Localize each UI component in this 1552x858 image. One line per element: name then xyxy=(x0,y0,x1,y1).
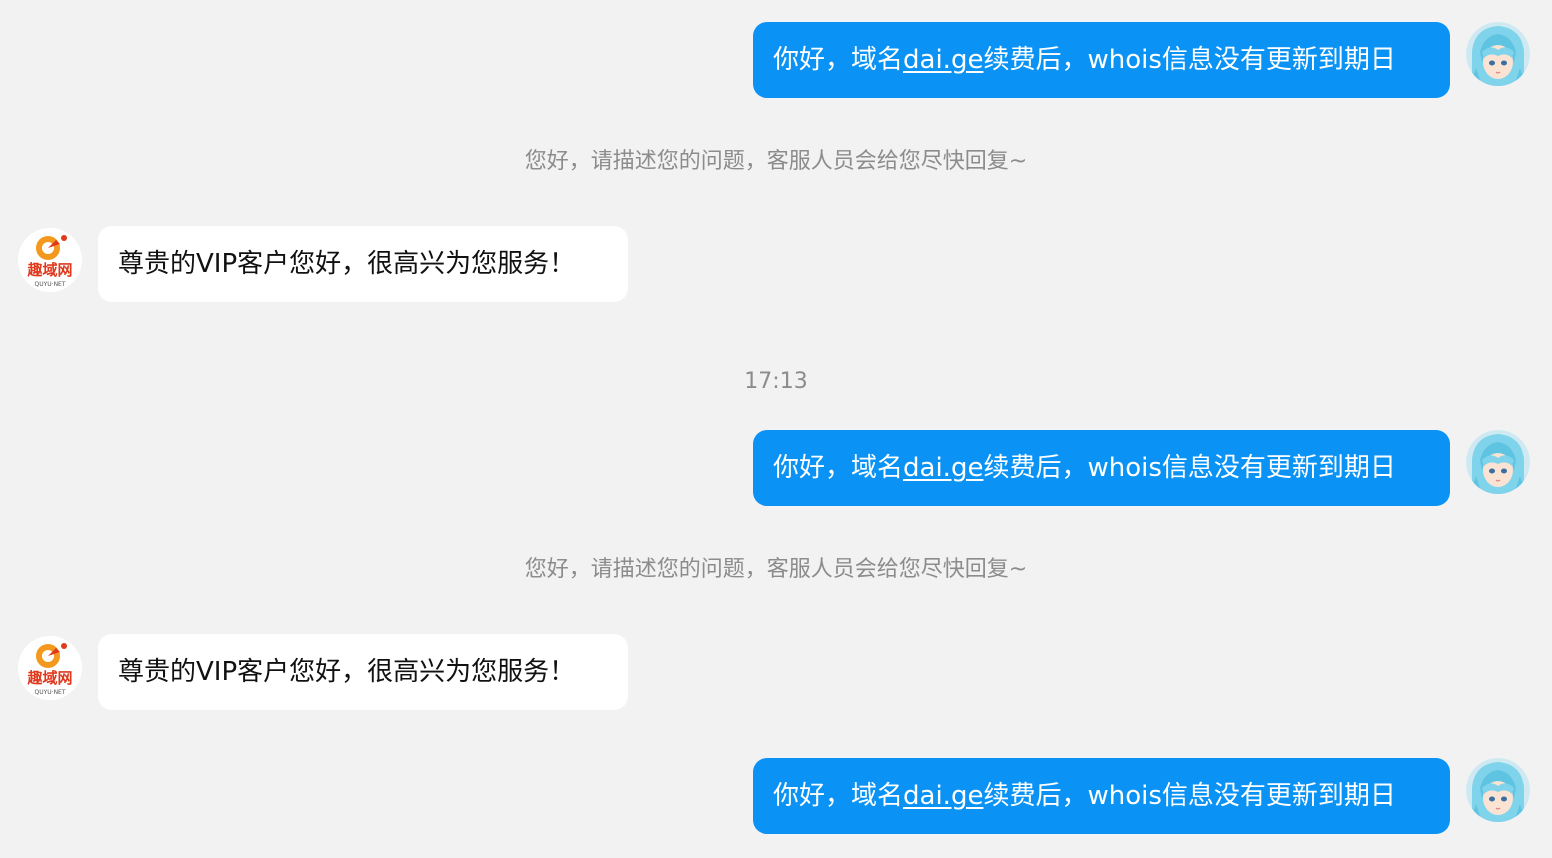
domain-link[interactable]: dai.ge xyxy=(903,45,983,75)
logo-sub-text: QUYU·NET xyxy=(34,689,65,696)
logo-sub-text: QUYU·NET xyxy=(34,281,65,288)
domain-link[interactable]: dai.ge xyxy=(903,453,983,483)
quyu-logo-icon[interactable]: 趣域网 QUYU·NET xyxy=(18,228,82,292)
message-text-pre: 你好，域名 xyxy=(773,453,904,483)
outgoing-message[interactable]: 你好，域名dai.ge续费后，whois信息没有更新到期日 xyxy=(753,430,1450,506)
user-avatar-icon[interactable] xyxy=(1466,430,1530,494)
domain-link[interactable]: dai.ge xyxy=(903,781,983,811)
quyu-logo-icon[interactable]: 趣域网 QUYU·NET xyxy=(18,636,82,700)
message-text-pre: 你好，域名 xyxy=(773,781,904,811)
logo-brand-text: 趣域网 xyxy=(26,261,72,279)
system-notice: 您好，请描述您的问题，客服人员会给您尽快回复~ xyxy=(524,557,1028,582)
timestamp: 17:13 xyxy=(744,369,808,394)
user-avatar-icon[interactable] xyxy=(1466,758,1530,822)
outgoing-message[interactable]: 你好，域名dai.ge续费后，whois信息没有更新到期日 xyxy=(753,758,1450,834)
incoming-message[interactable]: 尊贵的VIP客户您好，很高兴为您服务！ xyxy=(98,226,628,302)
outgoing-message[interactable]: 你好，域名dai.ge续费后，whois信息没有更新到期日 xyxy=(753,22,1450,98)
message-text-post: 续费后，whois信息没有更新到期日 xyxy=(983,45,1396,75)
logo-brand-text: 趣域网 xyxy=(26,669,72,687)
message-text-pre: 你好，域名 xyxy=(773,45,904,75)
message-text-post: 续费后，whois信息没有更新到期日 xyxy=(983,453,1396,483)
incoming-message[interactable]: 尊贵的VIP客户您好，很高兴为您服务！ xyxy=(98,634,628,710)
user-avatar-icon[interactable] xyxy=(1466,22,1530,86)
system-notice: 您好，请描述您的问题，客服人员会给您尽快回复~ xyxy=(524,149,1028,174)
message-text-post: 续费后，whois信息没有更新到期日 xyxy=(983,781,1396,811)
chat-window: 你好，域名dai.ge续费后，whois信息没有更新到期日 您好，请描述您的问题… xyxy=(0,0,1552,858)
